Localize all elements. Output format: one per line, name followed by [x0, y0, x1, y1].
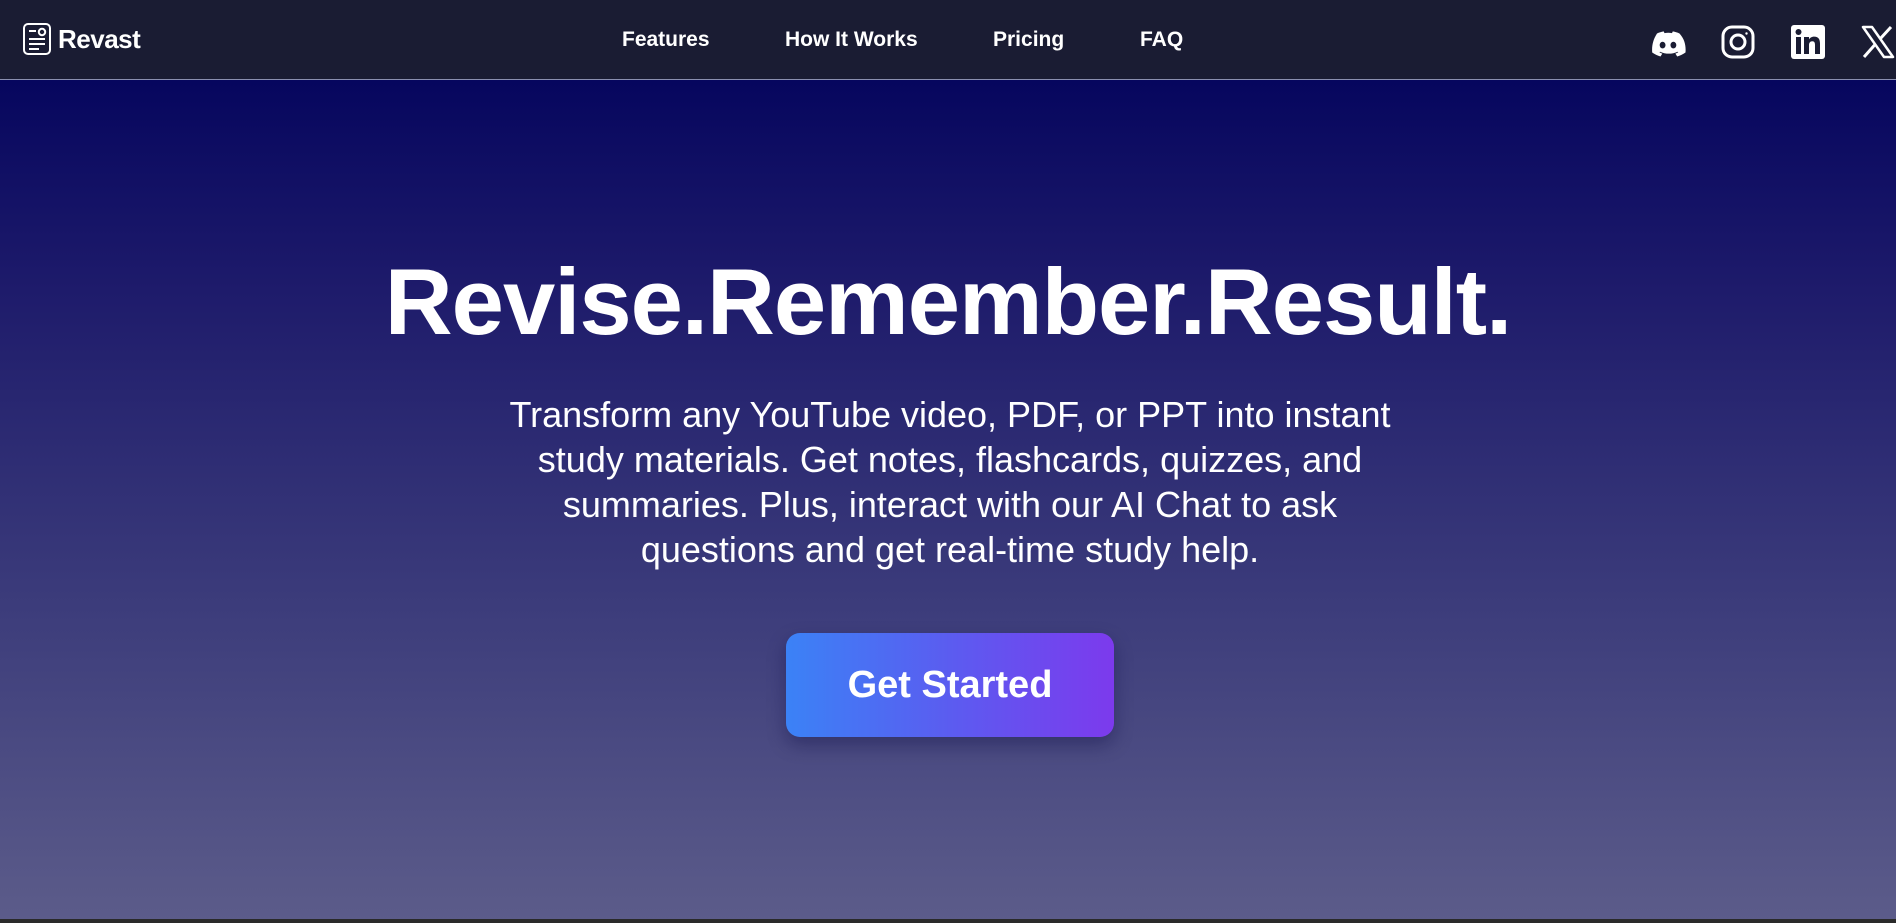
discord-icon[interactable] [1650, 24, 1686, 60]
hero-section: Revise.Remember.Result. Transform any Yo… [0, 80, 1896, 923]
hero-subtitle: Transform any YouTube video, PDF, or PPT… [509, 394, 1391, 570]
nav-link-features[interactable]: Features [622, 28, 710, 52]
nav-link-how-it-works[interactable]: How It Works [785, 28, 918, 52]
page-bottom-edge [0, 919, 1896, 923]
top-navbar: Revast Features How It Works Pricing FAQ [0, 0, 1896, 80]
instagram-icon[interactable] [1720, 24, 1756, 60]
main-nav: Features How It Works Pricing FAQ [0, 0, 1896, 80]
nav-link-faq[interactable]: FAQ [1140, 28, 1183, 52]
linkedin-icon[interactable] [1790, 24, 1826, 60]
nav-link-pricing[interactable]: Pricing [993, 28, 1064, 52]
get-started-button[interactable]: Get Started [786, 633, 1114, 737]
hero-title: Revise.Remember.Result. [384, 249, 1512, 354]
x-icon[interactable] [1860, 24, 1896, 60]
